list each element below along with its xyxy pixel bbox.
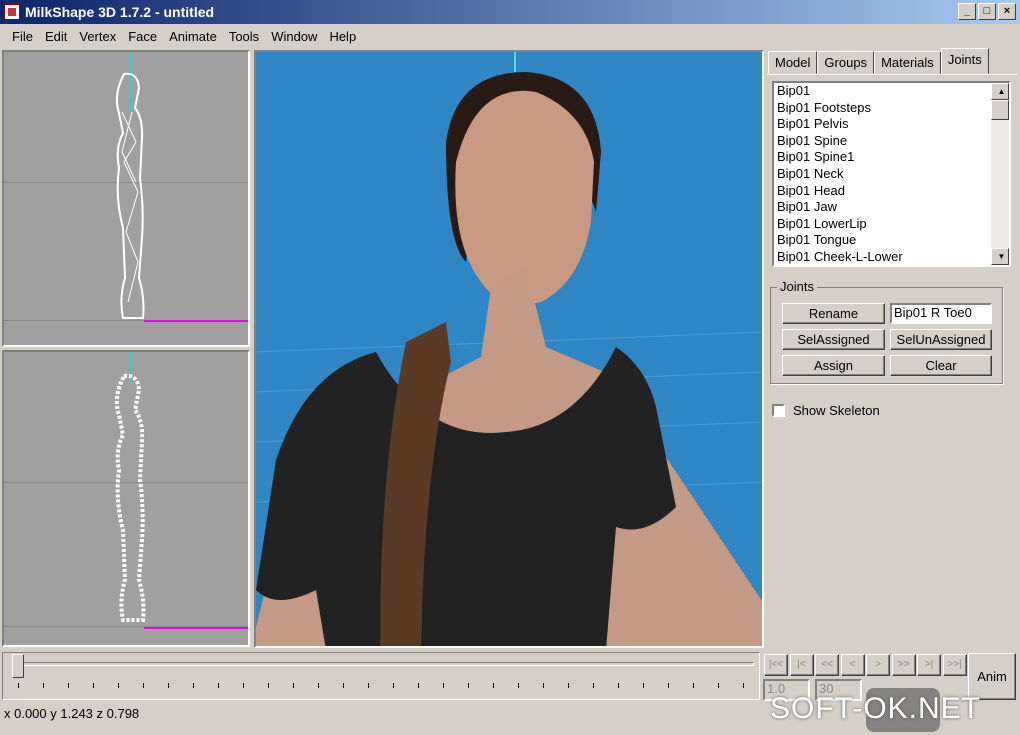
- joints-group-label: Joints: [777, 279, 817, 294]
- timeline-tick: [593, 683, 594, 688]
- list-item[interactable]: Bip01 Jaw: [774, 199, 1009, 216]
- timeline-tick: [318, 683, 319, 688]
- timeline-tick: [68, 683, 69, 688]
- menu-edit[interactable]: Edit: [39, 29, 73, 44]
- watermark: SOFT-OK.NET: [770, 692, 982, 725]
- anim-control-button[interactable]: >: [866, 654, 890, 676]
- anim-control-button[interactable]: >|: [917, 654, 941, 676]
- list-item[interactable]: Bip01 Neck: [774, 166, 1009, 183]
- list-scrollbar[interactable]: ▲ ▼: [991, 83, 1009, 265]
- anim-control-button[interactable]: >>: [891, 654, 916, 676]
- timeline-tick: [443, 683, 444, 688]
- list-item[interactable]: Bip01 Head: [774, 183, 1009, 200]
- list-item[interactable]: Bip01 Pelvis: [774, 116, 1009, 133]
- joint-name-input[interactable]: Bip01 R Toe0: [890, 303, 992, 324]
- scroll-up-icon[interactable]: ▲: [991, 83, 1009, 100]
- timeline-tick: [468, 683, 469, 688]
- minimize-button[interactable]: _: [958, 3, 976, 20]
- joints-list[interactable]: Bip01 Bip01 Footsteps Bip01 Pelvis Bip01…: [772, 81, 1011, 267]
- close-button[interactable]: ×: [998, 3, 1016, 20]
- tab-joints[interactable]: Joints: [940, 48, 989, 74]
- timeline: [2, 652, 760, 700]
- timeline-tick: [293, 683, 294, 688]
- anim-control-button[interactable]: |<: [789, 654, 814, 676]
- timeline-tick: [93, 683, 94, 688]
- timeline-tick: [368, 683, 369, 688]
- timeline-tick: [718, 683, 719, 688]
- 3d-viewport[interactable]: [254, 50, 764, 648]
- vertex-model: [114, 373, 146, 622]
- timeline-tick: [693, 683, 694, 688]
- timeline-tick: [168, 683, 169, 688]
- timeline-tick: [393, 683, 394, 688]
- app-icon: [4, 4, 20, 20]
- show-skeleton-label: Show Skeleton: [793, 403, 880, 418]
- timeline-tick: [568, 683, 569, 688]
- timeline-tick: [743, 683, 744, 688]
- list-item[interactable]: Bip01 Spine: [774, 133, 1009, 150]
- timeline-tick: [143, 683, 144, 688]
- title-bar: MilkShape 3D 1.7.2 - untitled _ □ ×: [0, 0, 1020, 24]
- show-skeleton-checkbox[interactable]: [772, 404, 785, 417]
- panel-tabs: Model Groups Materials Joints: [768, 48, 989, 74]
- menu-animate[interactable]: Animate: [163, 29, 223, 44]
- timeline-tick: [618, 683, 619, 688]
- anim-control-button[interactable]: |<<: [764, 654, 788, 676]
- menu-face[interactable]: Face: [122, 29, 163, 44]
- scroll-down-icon[interactable]: ▼: [991, 248, 1009, 265]
- side-viewport-top[interactable]: [2, 50, 250, 347]
- window-title: MilkShape 3D 1.7.2 - untitled: [25, 4, 215, 20]
- timeline-tick: [543, 683, 544, 688]
- timeline-tick: [193, 683, 194, 688]
- timeline-tick: [518, 683, 519, 688]
- rename-button[interactable]: Rename: [782, 303, 885, 324]
- list-item[interactable]: Bip01 Footsteps: [774, 100, 1009, 117]
- menu-file[interactable]: File: [6, 29, 39, 44]
- sel-assigned-button[interactable]: SelAssigned: [782, 329, 885, 350]
- assign-button[interactable]: Assign: [782, 355, 885, 376]
- timeline-tick: [118, 683, 119, 688]
- timeline-tick: [643, 683, 644, 688]
- timeline-tick: [18, 683, 19, 688]
- anim-control-button[interactable]: <<: [815, 654, 839, 676]
- coords-readout: x 0.000 y 1.243 z 0.798: [4, 706, 140, 721]
- menu-window[interactable]: Window: [265, 29, 323, 44]
- list-item[interactable]: Bip01 Spine1: [774, 149, 1009, 166]
- timeline-slider-thumb[interactable]: [12, 654, 24, 678]
- menu-help[interactable]: Help: [323, 29, 362, 44]
- timeline-tick: [493, 683, 494, 688]
- list-item[interactable]: Bip01 Cheek-L-Lower: [774, 249, 1009, 265]
- anim-control-button[interactable]: <: [840, 654, 865, 676]
- menu-tools[interactable]: Tools: [223, 29, 265, 44]
- wireframe-model: [115, 72, 145, 319]
- list-item[interactable]: Bip01 LowerLip: [774, 216, 1009, 233]
- list-item[interactable]: Bip01: [774, 83, 1009, 100]
- timeline-tick: [268, 683, 269, 688]
- scroll-thumb[interactable]: [991, 100, 1009, 120]
- tab-materials[interactable]: Materials: [874, 51, 941, 74]
- anim-control-button[interactable]: >>|: [942, 654, 967, 676]
- tab-model[interactable]: Model: [768, 51, 818, 74]
- timeline-tick: [218, 683, 219, 688]
- sel-unassigned-button[interactable]: SelUnAssigned: [890, 329, 992, 350]
- timeline-track[interactable]: [14, 662, 754, 666]
- timeline-tick: [243, 683, 244, 688]
- maximize-button[interactable]: □: [978, 3, 996, 20]
- side-viewport-bottom[interactable]: [2, 350, 250, 647]
- clear-button[interactable]: Clear: [890, 355, 992, 376]
- menu-bar: File Edit Vertex Face Animate Tools Wind…: [0, 24, 1020, 48]
- menu-vertex[interactable]: Vertex: [73, 29, 122, 44]
- timeline-tick: [668, 683, 669, 688]
- list-item[interactable]: Bip01 Tongue: [774, 232, 1009, 249]
- timeline-tick: [418, 683, 419, 688]
- timeline-tick: [43, 683, 44, 688]
- character-render: [256, 72, 762, 646]
- tab-groups[interactable]: Groups: [817, 51, 875, 74]
- timeline-tick: [343, 683, 344, 688]
